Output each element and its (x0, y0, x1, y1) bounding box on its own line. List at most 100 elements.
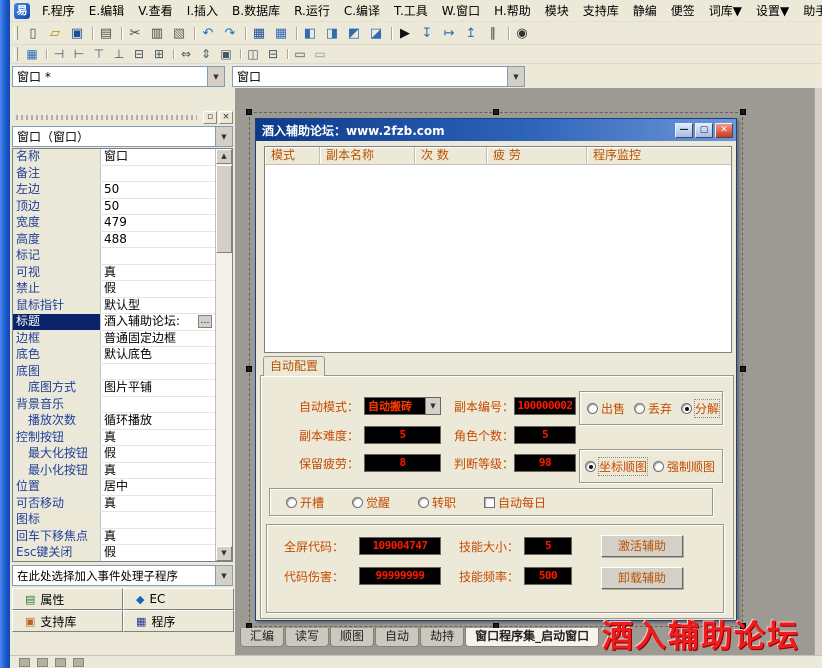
radio-option[interactable]: 出售 (587, 400, 625, 417)
property-value[interactable]: 50 … (101, 182, 215, 198)
menu-item[interactable]: 模块 (538, 0, 576, 22)
toolbar-grip[interactable] (14, 47, 18, 61)
difficulty-field[interactable]: 5 (364, 426, 441, 444)
property-value[interactable]: 图片平铺 … (101, 380, 215, 396)
skill-size-field[interactable]: 5 (524, 537, 572, 555)
align-top-icon[interactable]: ⊤ (89, 46, 109, 62)
skill-freq-field[interactable]: 500 (524, 567, 572, 585)
bring-front-icon[interactable]: ▭ (290, 46, 310, 62)
menu-item[interactable]: T.工具 (387, 0, 435, 22)
radio-option[interactable]: 坐标顺图 (585, 458, 647, 475)
support-library-tab-button[interactable]: ▣ 支持库 (12, 610, 123, 632)
property-value[interactable]: 默认型 … (101, 298, 215, 314)
copy-icon[interactable]: ▥ (146, 24, 168, 43)
menu-item[interactable]: 设置▼ (749, 0, 796, 22)
property-row[interactable]: 最小化按钮 真 … (13, 463, 215, 480)
dungeon-id-field[interactable]: 100000002 (514, 397, 576, 415)
property-value[interactable]: 50 … (101, 199, 215, 215)
align-center-icon[interactable]: ⊞ (149, 46, 169, 62)
run-icon[interactable]: ▶ (394, 24, 416, 43)
same-size-icon[interactable]: ▣ (216, 46, 236, 62)
property-row[interactable]: 边框 普通固定边框 … (13, 331, 215, 348)
drag-grip[interactable] (16, 115, 197, 120)
document-tab[interactable]: 读写 (285, 628, 329, 647)
chevron-down-icon[interactable]: ▼ (425, 398, 440, 414)
property-row[interactable]: 控制按钮 真 … (13, 430, 215, 447)
property-row[interactable]: 可否移动 真 … (13, 496, 215, 513)
align-bottom-icon[interactable]: ⊥ (109, 46, 129, 62)
property-value[interactable]: 假 … (101, 446, 215, 462)
center-vertical-icon[interactable]: ⊟ (263, 46, 283, 62)
resize-handle[interactable] (246, 109, 252, 115)
grid-snap-icon[interactable]: ▦ (22, 46, 42, 62)
property-row[interactable]: 位置 居中 … (13, 479, 215, 496)
resize-handle[interactable] (740, 109, 746, 115)
property-row[interactable]: 鼠标指针 默认型 … (13, 298, 215, 315)
property-value[interactable]: … (101, 364, 215, 380)
print-icon[interactable]: ▤ (95, 24, 117, 43)
toolbar-icon[interactable] (117, 24, 124, 43)
property-row[interactable]: 高度 488 … (13, 232, 215, 249)
save-icon[interactable]: ▣ (66, 24, 88, 43)
chevron-down-icon[interactable]: ▼ (207, 67, 224, 86)
document-tab[interactable]: 汇编 (240, 628, 284, 647)
property-row[interactable]: Esc键关闭 假 … (13, 545, 215, 561)
toolbar-icon[interactable] (169, 46, 176, 62)
property-value[interactable]: 479 … (101, 215, 215, 231)
window-layout-bottom-icon[interactable]: ◪ (365, 24, 387, 43)
chevron-down-icon[interactable]: ▼ (507, 67, 524, 86)
property-row[interactable]: 顶边 50 … (13, 199, 215, 216)
menu-item[interactable]: W.窗口 (435, 0, 487, 22)
scrollbar[interactable]: ▲ ▼ (215, 149, 232, 561)
pause-icon[interactable]: ∥ (482, 24, 504, 43)
maximize-button[interactable]: ▢ (695, 123, 713, 138)
window-layout-right-icon[interactable]: ◨ (321, 24, 343, 43)
property-row[interactable]: 可视 真 … (13, 265, 215, 282)
toolbar-icon[interactable] (42, 46, 49, 62)
property-value[interactable]: 真 … (101, 529, 215, 545)
new-file-icon[interactable]: ▯ (22, 24, 44, 43)
redo-icon[interactable]: ↷ (219, 24, 241, 43)
role-count-field[interactable]: 5 (514, 426, 576, 444)
property-row[interactable]: 禁止 假 … (13, 281, 215, 298)
property-value[interactable]: 循环播放 … (101, 413, 215, 429)
pin-icon[interactable]: ▫ (203, 111, 217, 124)
property-value[interactable]: 默认底色 … (101, 347, 215, 363)
radio-option[interactable]: 分解 (681, 400, 719, 417)
resize-handle[interactable] (246, 366, 252, 372)
property-value[interactable]: 488 … (101, 232, 215, 248)
menu-item[interactable]: 词库▼ (702, 0, 749, 22)
align-left-icon[interactable]: ⊣ (49, 46, 69, 62)
align-middle-icon[interactable]: ⊟ (129, 46, 149, 62)
property-row[interactable]: 回车下移焦点 真 … (13, 529, 215, 546)
same-width-icon[interactable]: ⇔ (176, 46, 196, 62)
paste-icon[interactable]: ▧ (168, 24, 190, 43)
toolbar-icon[interactable] (387, 24, 394, 43)
chevron-down-icon[interactable]: ▼ (215, 566, 232, 585)
close-icon[interactable]: × (219, 111, 233, 124)
property-row[interactable]: 最大化按钮 假 … (13, 446, 215, 463)
form-designer-canvas[interactable]: 酒入辅助论坛：www.2fzb.com —▢✕ 模式副本名称次 数疲 劳程序监控… (235, 88, 814, 655)
toolbar-icon[interactable] (236, 46, 243, 62)
designed-form[interactable]: 酒入辅助论坛：www.2fzb.com —▢✕ 模式副本名称次 数疲 劳程序监控… (255, 118, 737, 621)
window-selector-combo[interactable]: 窗口 ▼ (232, 66, 525, 87)
same-height-icon[interactable]: ⇕ (196, 46, 216, 62)
table-icon[interactable]: ▦ (270, 24, 292, 43)
property-value[interactable]: … (101, 512, 215, 528)
radio-option[interactable]: 强制顺图 (653, 458, 715, 475)
chevron-down-icon[interactable]: ▼ (215, 127, 232, 146)
document-tab[interactable]: 顺图 (330, 628, 374, 647)
step-over-icon[interactable]: ↦ (438, 24, 460, 43)
radio-option[interactable]: 转职 (418, 494, 456, 511)
unload-button[interactable]: 卸载辅助 (601, 567, 683, 589)
step-out-icon[interactable]: ↥ (460, 24, 482, 43)
property-row[interactable]: 标记 … (13, 248, 215, 265)
keep-fatigue-field[interactable]: 8 (364, 454, 441, 472)
menu-item[interactable]: 静编 (626, 0, 664, 22)
menu-item[interactable]: 便签 (664, 0, 702, 22)
property-value[interactable]: 居中 … (101, 479, 215, 495)
ec-tab-button[interactable]: ◆ EC (123, 588, 234, 610)
daily-checkbox-option[interactable]: 自动每日 (484, 494, 546, 511)
activate-button[interactable]: 激活辅助 (601, 535, 683, 557)
listview-column-header[interactable]: 次 数 (415, 147, 487, 164)
